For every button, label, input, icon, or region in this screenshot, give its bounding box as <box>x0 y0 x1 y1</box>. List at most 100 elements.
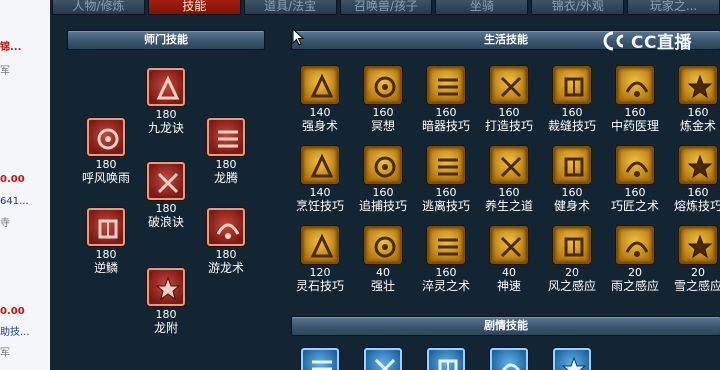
story-skill-3-icon[interactable] <box>427 348 465 370</box>
skill-item[interactable]: 180 游龙术 <box>196 208 256 275</box>
skill-name: 游龙术 <box>207 261 244 275</box>
muscle-icon[interactable] <box>364 226 402 264</box>
alchemy-icon[interactable] <box>679 66 717 104</box>
skill-item[interactable]: 20 风之感应 <box>542 226 602 293</box>
reverse-scale-icon[interactable] <box>87 208 125 246</box>
skill-name: 打造技巧 <box>484 119 533 133</box>
skill-item[interactable]: 40 强壮 <box>353 226 413 293</box>
skill-item[interactable]: 20 雪之感应 <box>668 226 720 293</box>
skill-item[interactable]: 160 逃离技巧 <box>416 146 476 213</box>
skill-item[interactable]: 20 雨之感应 <box>605 226 665 293</box>
forging-icon[interactable] <box>490 66 528 104</box>
skill-item[interactable]: 160 打造技巧 <box>479 66 539 133</box>
fitness-icon[interactable] <box>553 146 591 184</box>
tab-1[interactable]: 技能 <box>147 0 241 15</box>
skill-item[interactable]: 160 养生之道 <box>479 146 539 213</box>
swimming-dragon-icon[interactable] <box>207 208 245 246</box>
watermark-text: CC直播 <box>631 33 692 53</box>
skill-item[interactable]: 140 烹饪技巧 <box>290 146 350 213</box>
left-text-8: 军 <box>0 348 10 359</box>
spirit-stone-icon[interactable] <box>301 226 339 264</box>
wind-sense-icon[interactable] <box>553 226 591 264</box>
skill-level: 160 <box>498 106 520 119</box>
craftsman-icon[interactable] <box>616 146 654 184</box>
tailoring-icon[interactable] <box>553 66 591 104</box>
snow-sense-icon[interactable] <box>679 226 717 264</box>
skill-name: 烹饪技巧 <box>295 199 344 213</box>
skill-name: 暗器技巧 <box>421 119 470 133</box>
skill-item[interactable] <box>353 348 413 370</box>
skill-item[interactable]: 180 龙附 <box>136 268 196 335</box>
skill-item[interactable]: 160 中药医理 <box>605 66 665 133</box>
wave-scroll-icon[interactable] <box>147 162 185 200</box>
skill-item[interactable]: 160 裁缝技巧 <box>542 66 602 133</box>
skill-name: 神速 <box>496 279 521 293</box>
tab-6[interactable]: 玩家之... <box>627 0 720 15</box>
skill-item[interactable]: 40 神速 <box>479 226 539 293</box>
skill-item[interactable]: 180 破浪诀 <box>136 162 196 229</box>
skill-item[interactable]: 120 灵石技巧 <box>290 226 350 293</box>
skill-item[interactable] <box>542 348 602 370</box>
skill-item[interactable]: 160 冥想 <box>353 66 413 133</box>
dart-icon[interactable] <box>427 66 465 104</box>
skill-item[interactable]: 160 追捕技巧 <box>353 146 413 213</box>
skill-name: 雪之感应 <box>673 279 720 293</box>
skill-item[interactable]: 160 健身术 <box>542 146 602 213</box>
left-text-4: 641... <box>0 196 29 207</box>
skill-item[interactable]: 180 九龙诀 <box>136 68 196 135</box>
skill-level: 160 <box>435 186 457 199</box>
story-skill-1-icon[interactable] <box>301 348 339 370</box>
skill-item[interactable] <box>479 348 539 370</box>
skill-level: 180 <box>215 158 237 171</box>
skill-item[interactable]: 160 淬灵之术 <box>416 226 476 293</box>
story-skill-5-icon[interactable] <box>553 348 591 370</box>
skill-item[interactable] <box>416 348 476 370</box>
left-page-strip: 锦... 军 0.00 641... 寺 0.00 助技... 军 <box>0 0 50 370</box>
wind-rain-icon[interactable] <box>87 118 125 156</box>
tab-bar: 人物/修炼 技能 道具/法宝 召唤兽/孩子 坐骑 锦衣/外观 玩家之... <box>50 0 720 17</box>
story-skill-4-icon[interactable] <box>490 348 528 370</box>
herb-icon[interactable] <box>616 66 654 104</box>
skill-name: 淬灵之术 <box>421 279 470 293</box>
skill-item[interactable]: 160 炼金术 <box>668 66 720 133</box>
skill-item[interactable]: 160 熔炼技巧 <box>668 146 720 213</box>
dragon-attach-icon[interactable] <box>147 268 185 306</box>
left-text-6: 0.00 <box>0 306 25 317</box>
tab-2[interactable]: 道具/法宝 <box>243 0 337 15</box>
health-icon[interactable] <box>490 146 528 184</box>
skill-item[interactable]: 160 暗器技巧 <box>416 66 476 133</box>
skill-level: 40 <box>376 266 390 279</box>
meditation-icon[interactable] <box>364 66 402 104</box>
tab-0[interactable]: 人物/修炼 <box>52 0 145 15</box>
skill-item[interactable]: 140 强身术 <box>290 66 350 133</box>
tab-5[interactable]: 锦衣/外观 <box>531 0 625 15</box>
skill-item[interactable]: 180 逆鳞 <box>76 208 136 275</box>
skill-item[interactable]: 180 龙腾 <box>196 118 256 185</box>
story-skill-2-icon[interactable] <box>364 348 402 370</box>
skill-level: 180 <box>95 248 117 261</box>
dragon-soar-icon[interactable] <box>207 118 245 156</box>
skill-level: 180 <box>215 248 237 261</box>
skill-name: 裁缝技巧 <box>547 119 596 133</box>
cooking-icon[interactable] <box>301 146 339 184</box>
skill-item[interactable]: 160 巧匠之术 <box>605 146 665 213</box>
skill-level: 160 <box>687 186 709 199</box>
tab-4[interactable]: 坐骑 <box>435 0 529 15</box>
skill-item[interactable] <box>290 348 350 370</box>
skill-level: 20 <box>691 266 705 279</box>
dragon-scroll-icon[interactable] <box>147 68 185 106</box>
skill-item[interactable]: 180 呼风唤雨 <box>76 118 136 185</box>
temper-icon[interactable] <box>427 226 465 264</box>
tab-3[interactable]: 召唤兽/孩子 <box>339 0 433 15</box>
strength-icon[interactable] <box>301 66 339 104</box>
escape-icon[interactable] <box>427 146 465 184</box>
skill-name: 炼金术 <box>679 119 716 133</box>
pursuit-icon[interactable] <box>364 146 402 184</box>
skill-level: 180 <box>155 202 177 215</box>
skill-level: 180 <box>95 158 117 171</box>
rain-sense-icon[interactable] <box>616 226 654 264</box>
skill-level: 160 <box>372 186 394 199</box>
left-text-5: 寺 <box>0 218 10 229</box>
speed-icon[interactable] <box>490 226 528 264</box>
smelting-icon[interactable] <box>679 146 717 184</box>
